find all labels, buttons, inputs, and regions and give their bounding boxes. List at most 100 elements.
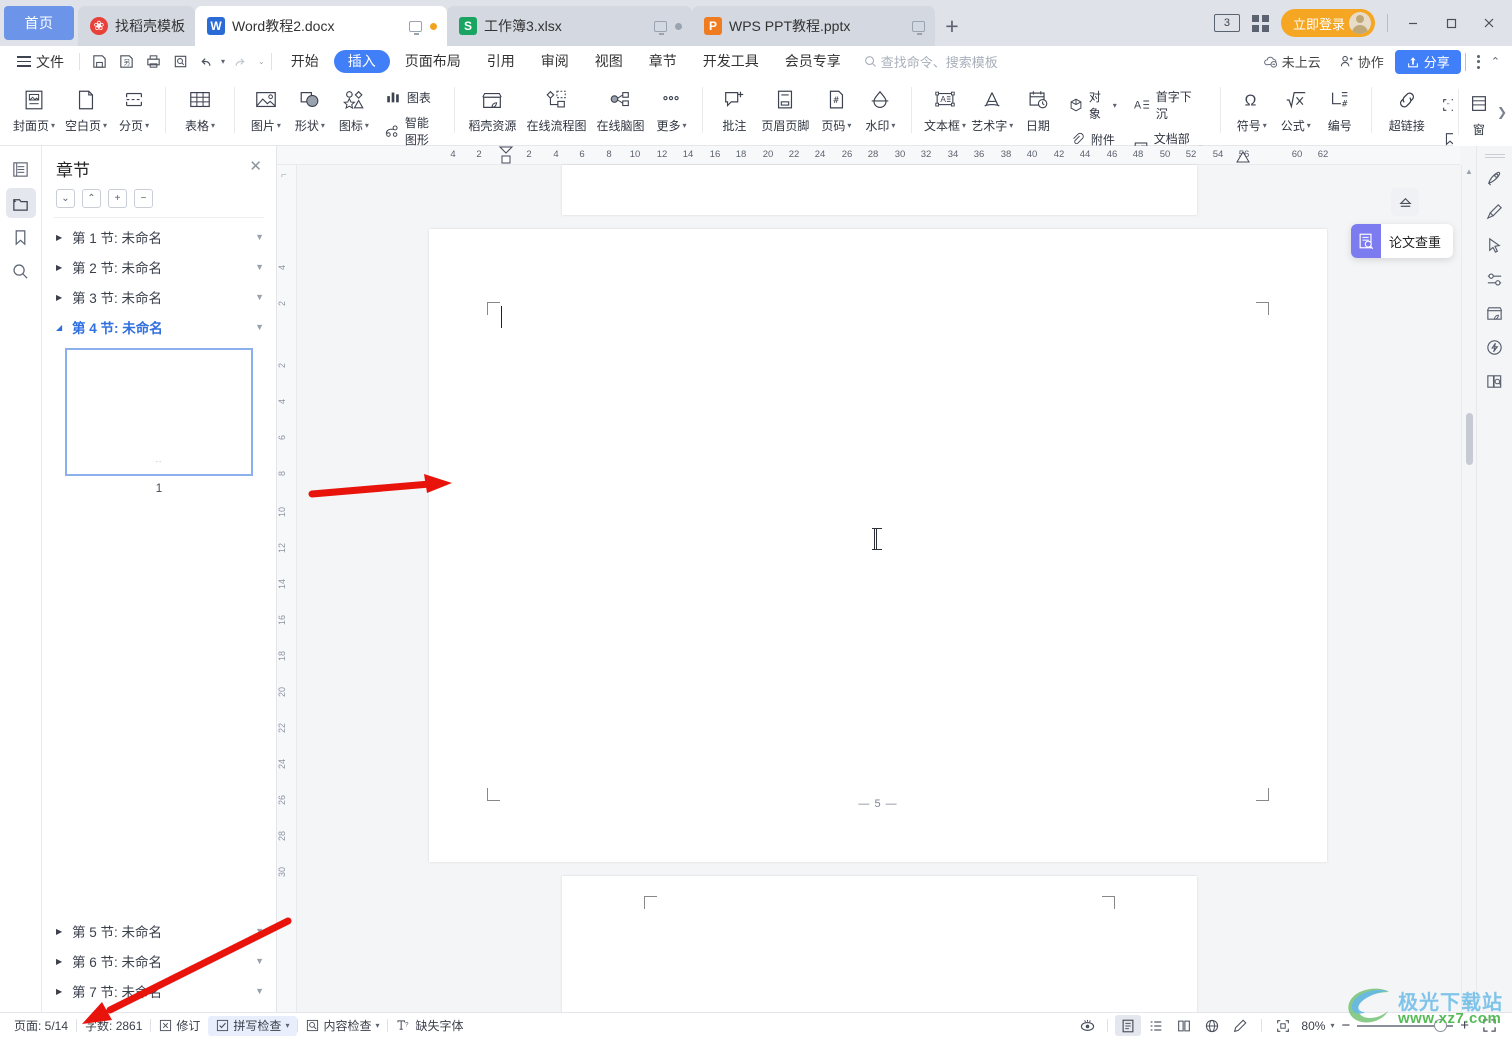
chevron-down-icon[interactable]: ▾: [1263, 121, 1267, 130]
chevron-down-icon[interactable]: ▼: [255, 292, 264, 302]
indent-marker-left[interactable]: [498, 146, 514, 165]
chevron-down-icon[interactable]: ▾: [375, 1021, 379, 1030]
edit-pen-icon[interactable]: [1227, 1015, 1253, 1036]
list-item[interactable]: ▶ 第 3 节: 未命名 ▼: [42, 282, 276, 312]
screen-count-icon[interactable]: 3: [1213, 14, 1240, 32]
collapse-up-icon[interactable]: ⌃: [82, 189, 101, 208]
menu-tab-insert[interactable]: 插入: [333, 50, 390, 73]
horizontal-ruler[interactable]: 4 2 2 4 6 8 10 12 14 16 18 20 22 24 26 2…: [277, 146, 1460, 165]
cast-icon[interactable]: [654, 20, 667, 35]
chevron-down-icon[interactable]: ▾: [847, 121, 851, 130]
page-break-button[interactable]: 分页 ▾: [112, 81, 156, 134]
document-page-current[interactable]: — 5 —: [429, 229, 1327, 862]
list-item-selected[interactable]: ◢ 第 4 节: 未命名 ▼: [42, 312, 276, 342]
cursor-icon[interactable]: [1480, 228, 1510, 262]
header-footer-button[interactable]: 页眉页脚: [756, 81, 814, 134]
vertical-scrollbar[interactable]: ▲ ▼: [1461, 165, 1476, 1012]
docer-resource-button[interactable]: 稻壳资源: [463, 81, 521, 134]
icons-button[interactable]: 图标 ▾: [332, 81, 376, 134]
chevron-right-icon[interactable]: ▶: [56, 293, 66, 302]
scroll-down-icon[interactable]: ▼: [1465, 997, 1473, 1010]
page-view-icon[interactable]: [1115, 1015, 1142, 1036]
menu-tab-member[interactable]: 会员专享: [774, 50, 852, 73]
chevron-down-icon[interactable]: ▾: [1113, 101, 1117, 110]
menu-tab-view[interactable]: 视图: [584, 50, 634, 73]
qat-customize-icon[interactable]: ⌄: [252, 57, 265, 66]
chevron-down-icon[interactable]: ▾: [321, 121, 325, 130]
chevron-down-icon[interactable]: ▼: [255, 926, 264, 936]
chevron-right-icon[interactable]: ▶: [56, 987, 66, 996]
chevron-down-icon[interactable]: ▾: [1330, 1021, 1334, 1030]
collaborate-button[interactable]: 协作: [1332, 52, 1391, 71]
tab-excel-doc[interactable]: S 工作簿3.xlsx: [447, 6, 692, 46]
list-item[interactable]: ▶ 第 7 节: 未命名 ▼: [42, 976, 276, 1006]
collapse-down-icon[interactable]: ⌄: [56, 189, 75, 208]
chevron-down-icon[interactable]: ▾: [285, 1021, 289, 1030]
zoom-in-button[interactable]: +: [1455, 1017, 1474, 1034]
sliders-icon[interactable]: [1480, 262, 1510, 296]
login-button[interactable]: 立即登录: [1280, 9, 1375, 37]
menu-tab-references[interactable]: 引用: [476, 50, 526, 73]
word-count-status[interactable]: 字数: 2861: [77, 1016, 150, 1036]
chevron-down-icon[interactable]: ▾: [891, 121, 895, 130]
comment-button[interactable]: 批注: [712, 81, 756, 134]
web-view-icon[interactable]: [1199, 1015, 1225, 1036]
search-command-input[interactable]: 查找命令、搜索模板: [864, 52, 998, 71]
sidebar-item-chapters[interactable]: [5, 188, 36, 218]
document-page-next[interactable]: [562, 876, 1197, 1012]
scroll-up-icon[interactable]: ▲: [1465, 165, 1473, 178]
tab-ppt-doc[interactable]: P WPS PPT教程.pptx: [692, 6, 935, 46]
chevron-down-icon[interactable]: ▼: [255, 262, 264, 272]
chevron-down-icon[interactable]: ▾: [51, 121, 55, 130]
list-item[interactable]: ▶ 第 6 节: 未命名 ▼: [42, 946, 276, 976]
formula-button[interactable]: 公式 ▾: [1274, 81, 1318, 134]
document-page-previous[interactable]: [562, 165, 1197, 215]
table-button[interactable]: 表格 ▾: [175, 81, 225, 134]
object-button[interactable]: 对象 ▾: [1064, 86, 1121, 124]
vertical-ruler[interactable]: 4 2 2 4 6 8 10 12 14 16 18 20 22 24 26 2…: [277, 165, 297, 1012]
chevron-down-icon[interactable]: ▾: [682, 121, 686, 130]
list-item[interactable]: ▶ 第 5 节: 未命名 ▼: [42, 916, 276, 946]
eye-icon[interactable]: [1074, 1015, 1100, 1036]
tab-docer-template[interactable]: ❀ 找稻壳模板: [78, 6, 195, 46]
chevron-down-icon[interactable]: ◢: [56, 323, 66, 332]
picture-button[interactable]: 图片 ▾: [244, 81, 288, 134]
chevron-down-icon[interactable]: ▼: [255, 322, 264, 332]
missing-font-status[interactable]: ? 缺失字体: [388, 1016, 471, 1036]
fullscreen-icon[interactable]: [1476, 1015, 1502, 1036]
sidebar-item-bookmark[interactable]: [6, 222, 36, 252]
chevron-down-icon[interactable]: ▾: [962, 121, 966, 130]
list-item[interactable]: ▶ 第 1 节: 未命名 ▼: [42, 222, 276, 252]
menu-tab-review[interactable]: 审阅: [530, 50, 580, 73]
page-count-status[interactable]: 页面: 5/14: [6, 1016, 76, 1036]
more-options-icon[interactable]: [1470, 54, 1487, 69]
share-button[interactable]: 分享: [1394, 49, 1461, 74]
file-menu-button[interactable]: 文件: [8, 49, 73, 75]
more-button[interactable]: 更多 ▾: [649, 81, 693, 134]
chevron-down-icon[interactable]: ▼: [255, 986, 264, 996]
redo-icon[interactable]: [225, 49, 252, 75]
close-button[interactable]: [1476, 10, 1502, 36]
zoom-out-button[interactable]: −: [1336, 1017, 1355, 1034]
revision-toggle[interactable]: 修订: [151, 1016, 208, 1036]
undo-icon[interactable]: [194, 49, 221, 75]
chevron-down-icon[interactable]: ▾: [103, 121, 107, 130]
cover-page-button[interactable]: 封面页 ▾: [8, 81, 60, 134]
tab-word-doc[interactable]: W Word教程2.docx: [195, 6, 447, 46]
chevron-down-icon[interactable]: ▼: [255, 232, 264, 242]
smartart-button[interactable]: 智能图形: [380, 112, 441, 150]
menu-tab-start[interactable]: 开始: [280, 50, 330, 73]
page-number-button[interactable]: # 页码 ▾: [814, 81, 858, 134]
chevron-right-icon[interactable]: ▶: [56, 927, 66, 936]
drop-cap-button[interactable]: A 首字下沉: [1129, 86, 1207, 124]
cloud-status-button[interactable]: 未上云: [1256, 52, 1328, 71]
chevron-down-icon[interactable]: ▾: [211, 121, 215, 130]
tab-home[interactable]: 首页: [4, 6, 74, 40]
document-area[interactable]: 4 2 2 4 6 8 10 12 14 16 18 20 22 24 26 2…: [277, 146, 1476, 1012]
docer-store-icon[interactable]: [1480, 296, 1510, 330]
wordart-button[interactable]: 艺术字 ▾: [969, 81, 1016, 134]
chart-button[interactable]: 图表: [380, 86, 441, 108]
fit-page-icon[interactable]: [1270, 1015, 1296, 1036]
content-check-toggle[interactable]: 内容检查 ▾: [298, 1016, 387, 1036]
outline-view-icon[interactable]: [1143, 1015, 1169, 1036]
